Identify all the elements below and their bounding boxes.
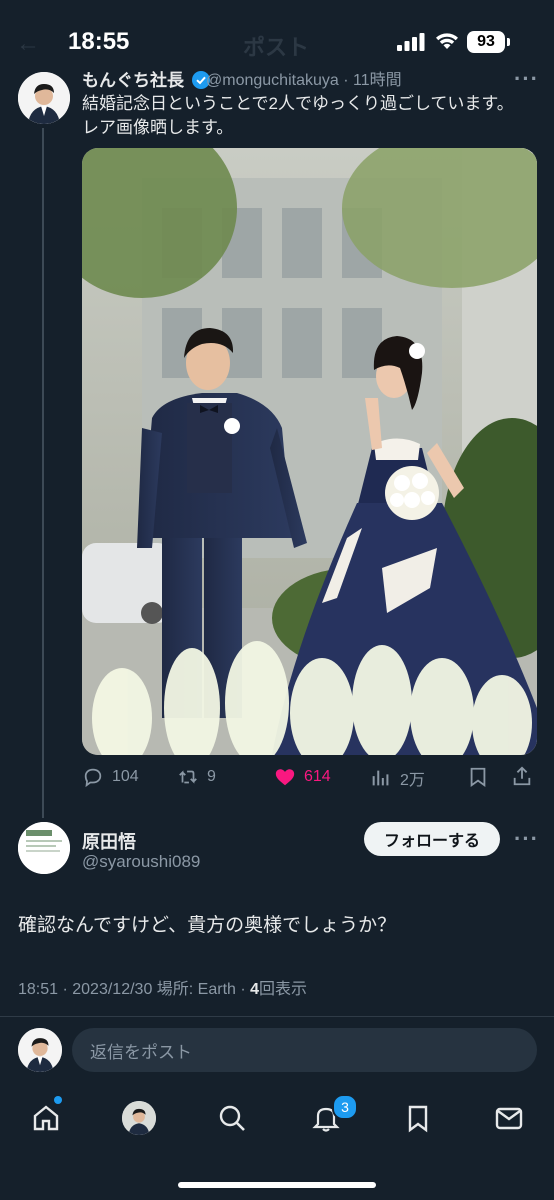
search-icon xyxy=(219,1105,245,1131)
divider xyxy=(0,1016,554,1017)
home-notification-dot xyxy=(54,1096,62,1104)
more-options-icon[interactable]: ··· xyxy=(514,66,539,92)
envelope-icon xyxy=(495,1107,523,1130)
retweet-icon xyxy=(179,770,197,784)
notifications-badge: 3 xyxy=(332,1094,358,1120)
thread-connector xyxy=(42,128,44,818)
reply-meta: 18:51 · 2023/12/30 場所: Earth · 4回表示 xyxy=(18,975,307,999)
reply-icon xyxy=(84,768,102,788)
reply-more-options-icon[interactable]: ··· xyxy=(514,826,539,852)
status-time: 18:55 xyxy=(68,28,130,55)
like-button[interactable]: 614 xyxy=(274,766,331,788)
share-icon[interactable] xyxy=(511,765,533,787)
bookmark-icon[interactable] xyxy=(467,766,489,788)
views-button[interactable]: 2万 xyxy=(370,766,425,790)
bookmark-tab-icon xyxy=(408,1105,428,1133)
signal-icon xyxy=(397,33,425,51)
battery-indicator: 93 xyxy=(467,31,505,53)
battery-tip xyxy=(507,38,510,46)
tab-messages[interactable] xyxy=(489,1098,529,1138)
heart-filled-icon xyxy=(275,769,295,786)
author-name[interactable]: もんぐち社長 xyxy=(82,66,210,91)
views-count: 2万 xyxy=(400,772,425,789)
retweet-count: 9 xyxy=(207,768,216,785)
reply-author-handle: @syaroushi089 xyxy=(82,852,201,871)
tab-search[interactable] xyxy=(212,1098,252,1138)
reply-views-count: 4 xyxy=(250,981,260,998)
reply-text: 確認なんですけど、貴方の奥様でしょうか？ xyxy=(18,915,397,936)
reply-button[interactable]: 104 xyxy=(82,766,139,788)
author-name-text: もんぐち社長 xyxy=(82,71,184,90)
home-indicator xyxy=(178,1182,376,1188)
reply-author-name[interactable]: 原田悟 xyxy=(82,828,136,854)
like-count: 614 xyxy=(304,768,331,785)
author-avatar[interactable] xyxy=(18,72,70,124)
wifi-icon xyxy=(436,33,458,49)
retweet-button[interactable]: 9 xyxy=(177,766,216,788)
back-arrow-icon[interactable]: ← xyxy=(16,30,40,58)
home-icon xyxy=(33,1105,59,1131)
tab-home[interactable] xyxy=(26,1098,66,1138)
my-avatar[interactable] xyxy=(18,1028,62,1072)
reply-views-label: 回表示 xyxy=(259,981,308,998)
page-title: ポスト xyxy=(243,35,310,60)
reply-author-avatar[interactable] xyxy=(18,822,70,874)
tweet-text: 結婚記念日ということで2人でゆっくり過ごしています。 レア画像晒します。 xyxy=(82,94,514,137)
tweet-photo[interactable] xyxy=(82,148,537,755)
tab-bookmarks[interactable] xyxy=(398,1098,438,1138)
reply-timestamp-location: 18:51 · 2023/12/30 場所: Earth · xyxy=(18,981,251,998)
tab-profile[interactable] xyxy=(122,1101,156,1135)
views-chart-icon xyxy=(372,770,389,786)
author-handle-time: @monguchitakuya · 11時間 xyxy=(206,72,402,89)
follow-button[interactable]: フォローする xyxy=(364,822,500,856)
reply-count: 104 xyxy=(112,768,139,785)
reply-input[interactable]: 返信をポスト xyxy=(72,1028,537,1072)
